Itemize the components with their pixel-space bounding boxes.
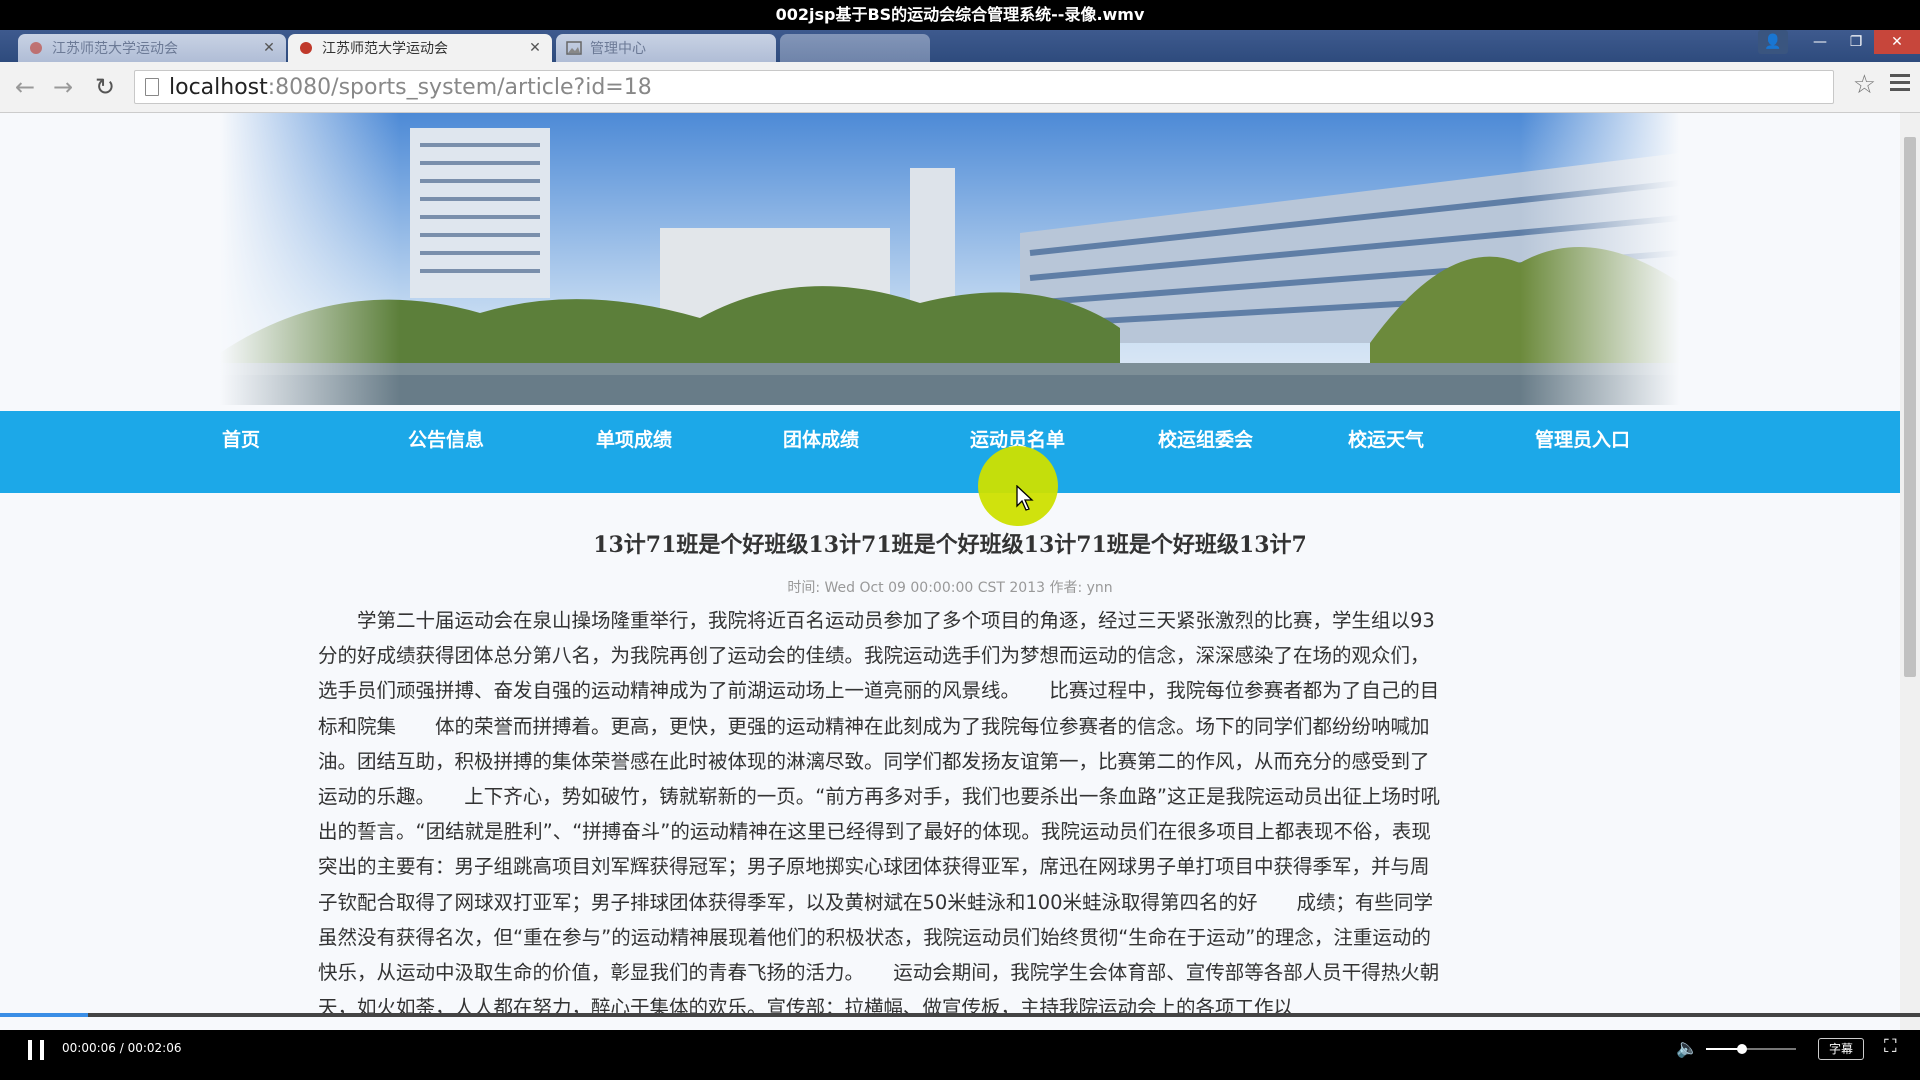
window-controls: 👤 — ❐ ✕: [1758, 30, 1920, 56]
tab-label: 管理中心: [590, 41, 646, 57]
page-scrollbar[interactable]: [1900, 113, 1920, 1051]
bookmark-star-icon[interactable]: ☆: [1853, 70, 1876, 100]
address-bar[interactable]: localhost:8080/sports_system/article?id=…: [134, 70, 1834, 104]
nav-team-results[interactable]: 团体成绩: [783, 425, 859, 452]
article-title: 13计71班是个好班级13计71班是个好班级13计71班是个好班级13计7: [593, 532, 1307, 558]
fullscreen-icon[interactable]: ⛶: [1884, 1036, 1897, 1057]
reload-icon[interactable]: ↻: [90, 72, 120, 102]
article-paragraph: 学第二十届运动会在泉山操场隆重举行，我院将近百名运动员参加了多个项目的角逐，经过…: [318, 609, 1440, 1020]
seek-progress: [0, 1013, 89, 1017]
url-host: localhost: [169, 74, 268, 100]
scrollbar-thumb[interactable]: [1904, 137, 1916, 677]
pause-icon[interactable]: [28, 1040, 44, 1060]
article-body: 学第二十届运动会在泉山操场隆重举行，我院将近百名运动员参加了多个项目的角逐，经过…: [318, 603, 1448, 1025]
tab-strip: 江苏师范大学运动会 ✕ 江苏师范大学运动会 ✕ 管理中心: [0, 30, 1920, 62]
volume-icon[interactable]: 🔈: [1676, 1038, 1698, 1059]
page-viewport: 首页 公告信息 单项成绩 团体成绩 运动员名单 校运组委会 校运天气 管理员入口…: [0, 113, 1920, 1051]
browser-menu-icon[interactable]: [1890, 74, 1910, 95]
tab-label: 江苏师范大学运动会: [52, 41, 178, 57]
browser-tab-2[interactable]: 江苏师范大学运动会 ✕: [288, 34, 552, 62]
nav-individual-results[interactable]: 单项成绩: [596, 425, 672, 452]
url-path: :8080/sports_system/article?id=18: [267, 74, 652, 100]
site-favicon-icon: [30, 42, 42, 54]
restore-icon[interactable]: ❐: [1838, 30, 1874, 54]
nav-admin-login[interactable]: 管理员入口: [1535, 425, 1630, 452]
nav-announcements[interactable]: 公告信息: [408, 425, 484, 452]
campus-banner-image: [220, 113, 1680, 405]
new-tab-button[interactable]: [780, 34, 930, 62]
nav-home[interactable]: 首页: [222, 425, 260, 452]
volume-slider[interactable]: [1706, 1044, 1796, 1054]
close-window-icon[interactable]: ✕: [1874, 30, 1920, 54]
page-icon: [145, 78, 159, 96]
forward-arrow-icon[interactable]: →: [48, 72, 78, 102]
site-favicon-icon: [300, 42, 312, 54]
subtitle-button[interactable]: 字幕: [1818, 1038, 1864, 1060]
mouse-cursor-icon: [1016, 485, 1034, 511]
close-tab-icon[interactable]: ✕: [262, 40, 276, 56]
minimize-icon[interactable]: —: [1802, 30, 1838, 54]
video-title: 002jsp基于BS的运动会综合管理系统--录像.wmv: [0, 0, 1920, 30]
back-arrow-icon[interactable]: ←: [10, 72, 40, 102]
close-tab-icon[interactable]: ✕: [528, 40, 542, 56]
browser-tab-1[interactable]: 江苏师范大学运动会 ✕: [18, 34, 286, 62]
browser-toolbar: ← → ↻ localhost:8080/sports_system/artic…: [0, 62, 1920, 113]
user-icon[interactable]: 👤: [1758, 30, 1788, 54]
main-nav-bar: 首页 公告信息 单项成绩 团体成绩 运动员名单 校运组委会 校运天气 管理员入口: [0, 411, 1900, 493]
article-meta: 时间: Wed Oct 09 00:00:00 CST 2013 作者: ynn: [787, 580, 1113, 596]
video-control-bar: 00:00:06 / 00:02:06 🔈 字幕 ⛶: [0, 1030, 1920, 1080]
nav-organizing-committee[interactable]: 校运组委会: [1158, 425, 1253, 452]
tab-label: 江苏师范大学运动会: [322, 41, 448, 57]
video-seek-bar[interactable]: [0, 1013, 1920, 1017]
nav-weather[interactable]: 校运天气: [1348, 425, 1424, 452]
volume-knob[interactable]: [1737, 1044, 1747, 1054]
video-time: 00:00:06 / 00:02:06: [62, 1041, 182, 1055]
browser-tab-3[interactable]: 管理中心: [556, 34, 776, 62]
image-favicon-icon: [566, 41, 582, 55]
